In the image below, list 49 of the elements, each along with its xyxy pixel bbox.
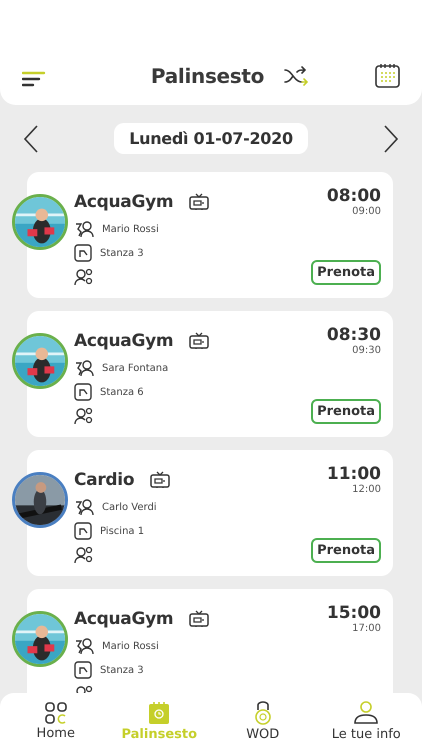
- participants-icon: [74, 546, 94, 564]
- instructor-icon: [74, 220, 94, 238]
- room-icon: [74, 661, 92, 679]
- room-name: Stanza 3: [100, 248, 144, 258]
- book-button[interactable]: Prenota: [311, 399, 381, 424]
- calendar-clock-icon: [148, 701, 170, 725]
- class-name: AcquaGym: [74, 608, 174, 628]
- end-time: 09:00: [352, 206, 381, 217]
- date-label[interactable]: Lunedì 01-07-2020: [114, 123, 308, 154]
- tv-icon: [150, 470, 170, 488]
- start-time: 08:00: [326, 186, 381, 206]
- instructor-icon: [74, 637, 94, 655]
- tv-icon: [189, 332, 210, 350]
- class-name: AcquaGym: [74, 192, 174, 212]
- tv-icon: [189, 192, 210, 210]
- class-name: AcquaGym: [74, 330, 174, 350]
- end-time: 12:00: [352, 484, 381, 495]
- book-button[interactable]: Prenota: [311, 538, 381, 563]
- profile-icon: [353, 701, 380, 725]
- room-icon: [74, 522, 92, 540]
- participants-icon: [74, 268, 94, 286]
- grid-icon: [44, 702, 67, 724]
- tab[interactable]: Home: [6, 702, 106, 741]
- instructor-name: Carlo Verdi: [102, 502, 157, 512]
- instructor-icon: [74, 498, 94, 516]
- instructor-name: Sara Fontana: [102, 362, 168, 374]
- tv-icon: [189, 610, 210, 628]
- end-time: 09:30: [352, 345, 381, 356]
- instructor-name: Mario Rossi: [102, 224, 159, 234]
- start-time: 11:00: [326, 464, 381, 484]
- tab[interactable]: WOD: [212, 701, 313, 742]
- tab[interactable]: Le tue info: [316, 701, 416, 742]
- calendar-icon[interactable]: [375, 63, 400, 88]
- room-name: Piscina 1: [100, 526, 144, 536]
- room-name: Stanza 6: [100, 386, 144, 398]
- start-time: 08:30: [326, 325, 381, 345]
- class-name: Cardio: [74, 470, 134, 490]
- menu-icon[interactable]: [22, 70, 46, 88]
- room-icon: [74, 383, 92, 401]
- room-name: Stanza 3: [100, 664, 144, 676]
- instructor-name: Mario Rossi: [102, 640, 159, 652]
- page-title: Palinsesto: [150, 64, 264, 88]
- start-time: 15:00: [326, 603, 381, 623]
- room-icon: [74, 244, 92, 262]
- end-time: 17:00: [352, 623, 381, 634]
- participants-icon: [74, 407, 94, 425]
- shuffle-icon[interactable]: [284, 65, 310, 87]
- instructor-icon: [74, 359, 94, 377]
- book-button[interactable]: Prenota: [311, 260, 381, 285]
